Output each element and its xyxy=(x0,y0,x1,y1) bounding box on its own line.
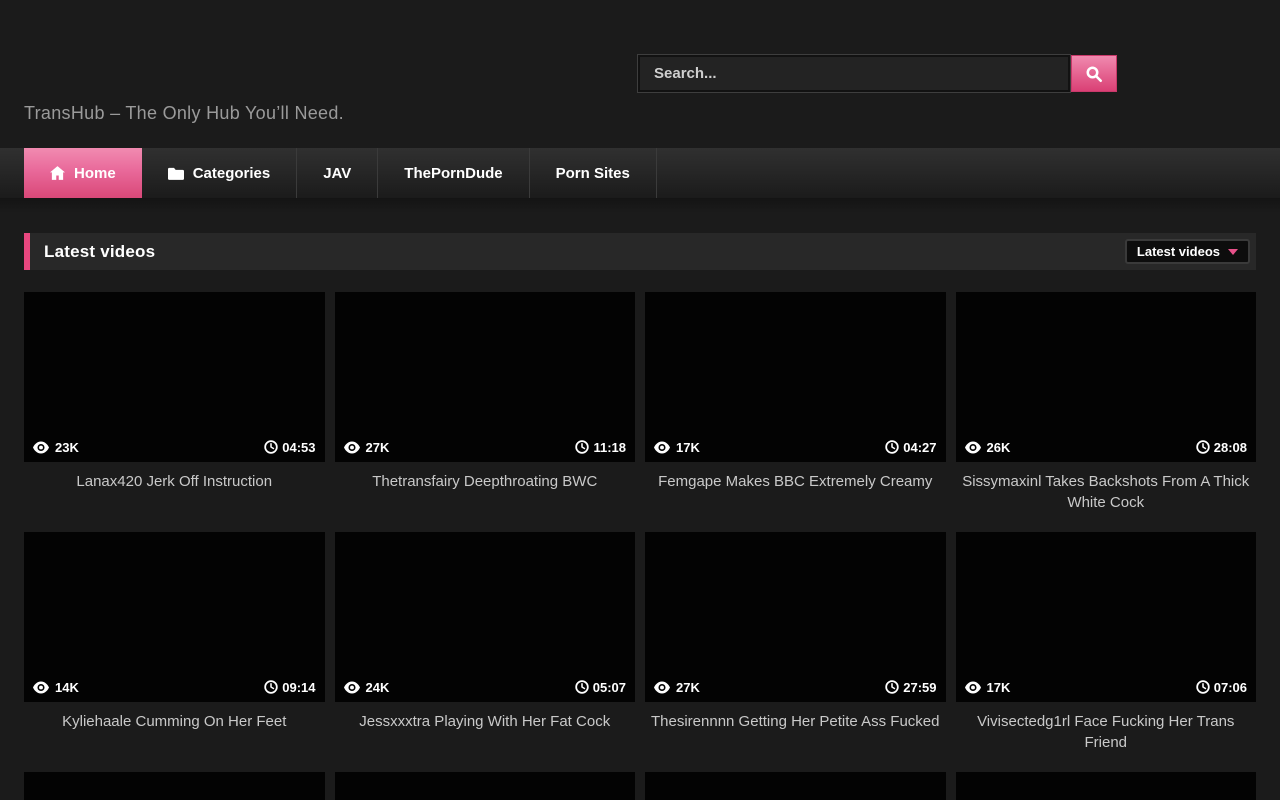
video-duration: 05:07 xyxy=(575,680,626,695)
video-duration: 04:27 xyxy=(885,440,936,455)
video-title: Kyliehaale Cumming On Her Feet xyxy=(24,702,325,772)
video-thumbnail: 17K 04:27 xyxy=(645,292,946,462)
clock-icon xyxy=(264,440,278,454)
search-button[interactable] xyxy=(1071,55,1117,92)
video-meta: 14K 09:14 xyxy=(24,672,325,702)
clock-icon xyxy=(575,680,589,694)
section-header: Latest videos Latest videos xyxy=(24,233,1256,270)
video-views: 26K xyxy=(965,440,1011,455)
eye-icon xyxy=(344,681,360,694)
nav-item-categories[interactable]: Categories xyxy=(142,148,298,198)
video-title: Vivisectedg1rl Face Fucking Her Trans Fr… xyxy=(956,702,1257,772)
video-duration: 04:53 xyxy=(264,440,315,455)
video-card[interactable] xyxy=(24,772,325,800)
home-icon xyxy=(50,166,65,180)
video-thumbnail: 27K 11:18 xyxy=(335,292,636,462)
video-meta: 24K 05:07 xyxy=(335,672,636,702)
video-meta: 27K 27:59 xyxy=(645,672,946,702)
video-thumbnail: 27K 27:59 xyxy=(645,532,946,702)
video-views: 23K xyxy=(33,440,79,455)
video-views: 27K xyxy=(654,680,700,695)
video-card[interactable]: 14K 09:14 Kyliehaale Cumming On Her Feet xyxy=(24,532,325,772)
eye-icon xyxy=(33,441,49,454)
video-meta: 17K 04:27 xyxy=(645,432,946,462)
clock-icon xyxy=(575,440,589,454)
video-views: 17K xyxy=(654,440,700,455)
video-card[interactable]: 17K 07:06 Vivisectedg1rl Face Fucking He… xyxy=(956,532,1257,772)
search-icon xyxy=(1085,65,1103,83)
search-form xyxy=(638,55,1117,92)
sort-label: Latest videos xyxy=(1137,244,1220,259)
video-views: 14K xyxy=(33,680,79,695)
nav-item-jav[interactable]: JAV xyxy=(297,148,378,198)
eye-icon xyxy=(965,441,981,454)
video-thumbnail xyxy=(645,772,946,800)
video-duration: 09:14 xyxy=(264,680,315,695)
video-title: Femgape Makes BBC Extremely Creamy xyxy=(645,462,946,532)
site-tagline: TransHub – The Only Hub You’ll Need. xyxy=(24,103,344,124)
video-meta: 17K 07:06 xyxy=(956,672,1257,702)
video-title: Sissymaxinl Takes Backshots From A Thick… xyxy=(956,462,1257,532)
eye-icon xyxy=(654,681,670,694)
caret-down-icon xyxy=(1228,249,1238,255)
nav-item-porn-sites[interactable]: Porn Sites xyxy=(530,148,657,198)
video-meta: 26K 28:08 xyxy=(956,432,1257,462)
site-header: TransHub – The Only Hub You’ll Need. xyxy=(0,0,1280,148)
page: TransHub – The Only Hub You’ll Need. Hom… xyxy=(0,0,1280,800)
folder-icon xyxy=(168,167,184,180)
video-meta: 27K 11:18 xyxy=(335,432,636,462)
video-thumbnail xyxy=(335,772,636,800)
nav-list: Home Categories JAV ThePornDude Porn Sit… xyxy=(0,148,1280,198)
section-title: Latest videos xyxy=(44,242,155,262)
nav-item-theporndude[interactable]: ThePornDude xyxy=(378,148,529,198)
video-card[interactable]: 27K 27:59 Thesirennnn Getting Her Petite… xyxy=(645,532,946,772)
video-meta: 23K 04:53 xyxy=(24,432,325,462)
clock-icon xyxy=(264,680,278,694)
video-views: 24K xyxy=(344,680,390,695)
video-card[interactable]: 23K 04:53 Lanax420 Jerk Off Instruction xyxy=(24,292,325,532)
video-duration: 11:18 xyxy=(575,440,626,455)
search-input[interactable] xyxy=(638,55,1070,92)
video-duration: 07:06 xyxy=(1196,680,1247,695)
clock-icon xyxy=(885,440,899,454)
main-nav: Home Categories JAV ThePornDude Porn Sit… xyxy=(0,148,1280,198)
video-card[interactable]: 17K 04:27 Femgape Makes BBC Extremely Cr… xyxy=(645,292,946,532)
video-card[interactable] xyxy=(335,772,636,800)
eye-icon xyxy=(33,681,49,694)
video-grid: 23K 04:53 Lanax420 Jerk Off Instruction xyxy=(24,292,1256,800)
video-thumbnail: 17K 07:06 xyxy=(956,532,1257,702)
video-thumbnail: 24K 05:07 xyxy=(335,532,636,702)
video-thumbnail: 23K 04:53 xyxy=(24,292,325,462)
video-card[interactable]: 27K 11:18 Thetransfairy Deepthroating BW… xyxy=(335,292,636,532)
video-card[interactable] xyxy=(956,772,1257,800)
video-thumbnail xyxy=(956,772,1257,800)
video-thumbnail xyxy=(24,772,325,800)
clock-icon xyxy=(1196,680,1210,694)
eye-icon xyxy=(965,681,981,694)
sort-dropdown[interactable]: Latest videos xyxy=(1125,239,1250,264)
video-views: 27K xyxy=(344,440,390,455)
video-card[interactable] xyxy=(645,772,946,800)
video-title: Lanax420 Jerk Off Instruction xyxy=(24,462,325,532)
video-views: 17K xyxy=(965,680,1011,695)
video-duration: 28:08 xyxy=(1196,440,1247,455)
video-thumbnail: 26K 28:08 xyxy=(956,292,1257,462)
video-title: Jessxxxtra Playing With Her Fat Cock xyxy=(335,702,636,772)
eye-icon xyxy=(344,441,360,454)
video-thumbnail: 14K 09:14 xyxy=(24,532,325,702)
video-duration: 27:59 xyxy=(885,680,936,695)
clock-icon xyxy=(1196,440,1210,454)
video-title: Thesirennnn Getting Her Petite Ass Fucke… xyxy=(645,702,946,772)
video-card[interactable]: 26K 28:08 Sissymaxinl Takes Backshots Fr… xyxy=(956,292,1257,532)
clock-icon xyxy=(885,680,899,694)
eye-icon xyxy=(654,441,670,454)
video-title: Thetransfairy Deepthroating BWC xyxy=(335,462,636,532)
nav-item-home[interactable]: Home xyxy=(24,148,142,198)
video-card[interactable]: 24K 05:07 Jessxxxtra Playing With Her Fa… xyxy=(335,532,636,772)
